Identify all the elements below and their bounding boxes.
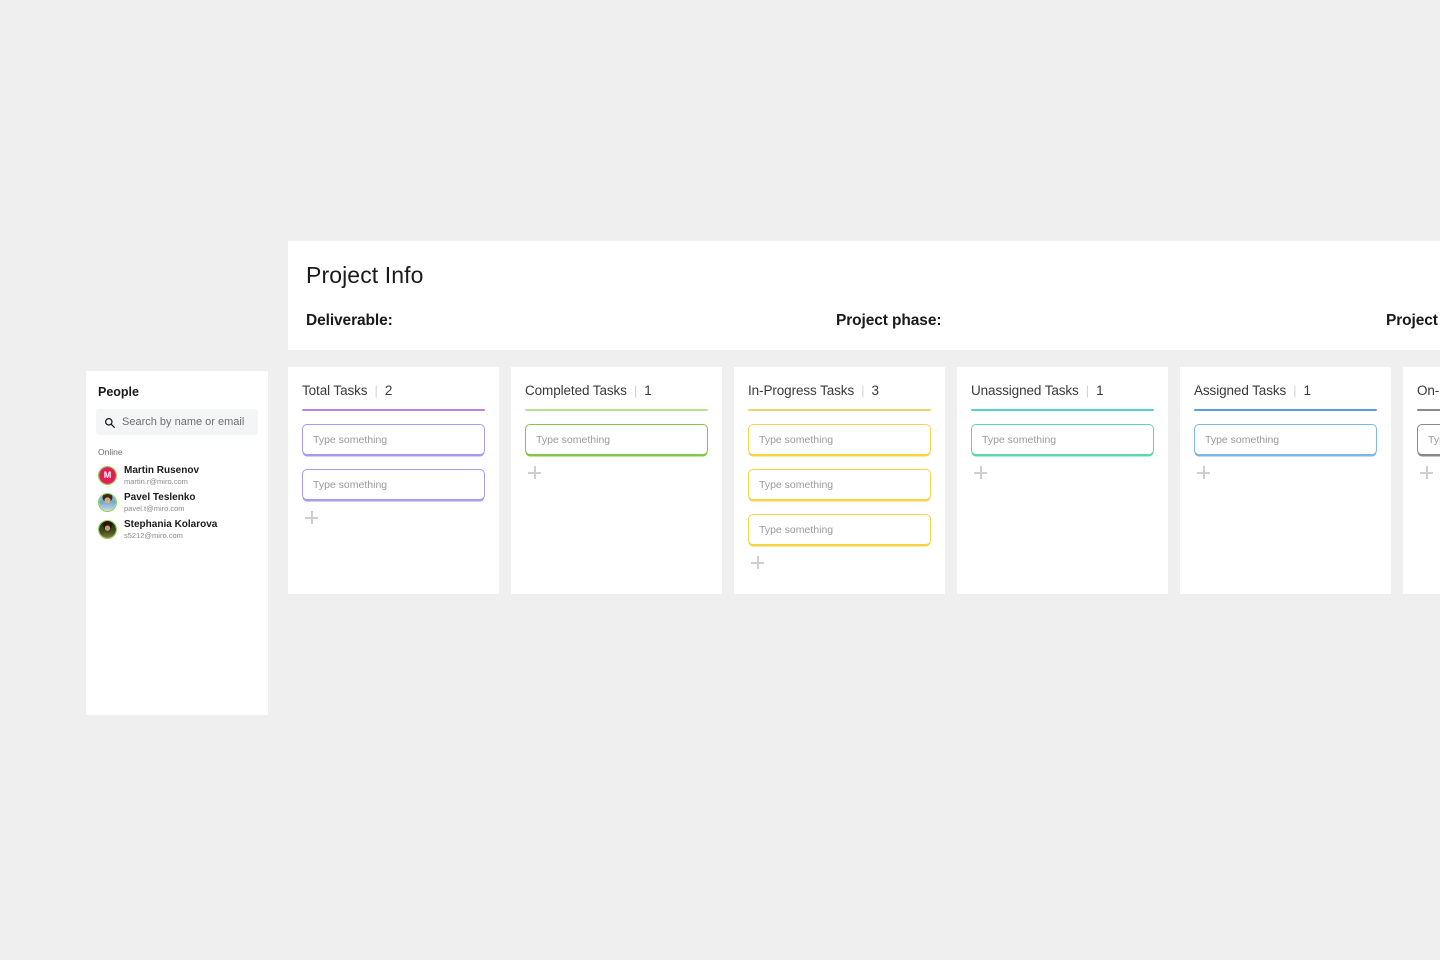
task-column-accent-bar <box>525 409 708 411</box>
avatar <box>98 520 117 540</box>
board-canvas: Project Info Deliverable: Project phase:… <box>0 0 1440 960</box>
task-columns: Total Tasks | 2 Type something Type somethin… <box>288 367 1440 594</box>
task-card-placeholder: Type something <box>759 523 834 536</box>
task-card-placeholder: Type something <box>759 478 834 491</box>
task-column-title: On-Hold Cance <box>1417 383 1440 398</box>
task-card-list: Type something Type something <box>302 424 485 500</box>
task-column: On-Hold Cance Type something <box>1403 367 1440 594</box>
info-field-project-status: Project s <box>1386 312 1440 329</box>
task-card[interactable]: Type something <box>971 424 1154 455</box>
task-column-count: 1 <box>1303 383 1312 398</box>
person-name: Pavel Teslenko <box>124 492 196 504</box>
project-info-fields: Deliverable: Project phase: Project s <box>288 312 1440 342</box>
add-task-icon[interactable] <box>751 556 764 569</box>
task-card[interactable]: Type something <box>302 469 485 500</box>
task-column-accent-bar <box>302 409 485 411</box>
avatar: M <box>98 466 117 486</box>
add-task-icon[interactable] <box>974 466 987 479</box>
task-column-header: Completed Tasks | 1 <box>525 383 708 398</box>
people-panel: People Online M Martin Rusenov martin.r@… <box>86 371 268 715</box>
task-column-separator: | <box>633 383 638 398</box>
task-card-list: Type something Type something Type somethi… <box>748 424 931 545</box>
task-column-accent-bar <box>748 409 931 411</box>
task-column-count: 1 <box>644 383 652 398</box>
person-name: Stephania Kolarova <box>124 519 218 531</box>
task-column-separator: | <box>1293 383 1297 398</box>
task-card[interactable]: Type something <box>748 469 931 500</box>
task-column-accent-bar <box>1194 409 1377 411</box>
task-column: In-Progress Tasks | 3 Type something Type so… <box>734 367 945 594</box>
add-task-icon[interactable] <box>528 466 541 479</box>
task-column-accent-bar <box>1417 409 1440 411</box>
add-task-icon[interactable] <box>305 511 318 524</box>
task-card-placeholder: Type something <box>536 433 611 446</box>
project-info-panel: Project Info Deliverable: Project phase:… <box>288 241 1440 350</box>
people-search-box[interactable] <box>96 409 258 435</box>
list-item[interactable]: M Martin Rusenov martin.r@miro.com <box>96 462 258 489</box>
task-column-title: Assigned Tasks <box>1194 383 1287 398</box>
people-section-online-label: Online <box>98 447 123 457</box>
task-card-list: Type something <box>1417 424 1440 455</box>
task-card[interactable]: Type something <box>748 514 931 545</box>
task-column-separator: | <box>861 383 865 398</box>
task-card-placeholder: Type something <box>1428 433 1440 446</box>
task-column: Total Tasks | 2 Type something Type somethin… <box>288 367 499 594</box>
task-card[interactable]: Type something <box>1417 424 1440 455</box>
task-column-header: Assigned Tasks | 1 <box>1194 383 1377 398</box>
task-card[interactable]: Type something <box>525 424 708 455</box>
task-card-list: Type something <box>1194 424 1377 455</box>
task-column-count: 3 <box>871 383 879 398</box>
task-card-list: Type something <box>525 424 708 455</box>
list-item[interactable]: Stephania Kolarova s5212@miro.com <box>96 516 258 543</box>
task-column-header: In-Progress Tasks | 3 <box>748 383 931 398</box>
task-card-placeholder: Type something <box>313 433 388 446</box>
task-column-title: Unassigned Tasks <box>971 383 1079 398</box>
add-task-icon[interactable] <box>1197 466 1210 479</box>
task-column-count: 1 <box>1096 383 1104 398</box>
task-column-separator: | <box>1085 383 1090 398</box>
task-column-header: Total Tasks | 2 <box>302 383 485 398</box>
task-card-placeholder: Type something <box>313 478 388 491</box>
task-column-title: Total Tasks <box>302 383 368 398</box>
task-card[interactable]: Type something <box>1194 424 1377 455</box>
task-column-title: Completed Tasks <box>525 383 627 398</box>
person-email: pavel.t@miro.com <box>124 503 185 513</box>
task-column-separator: | <box>374 383 378 398</box>
task-card[interactable]: Type something <box>748 424 931 455</box>
person-name: Martin Rusenov <box>124 465 200 476</box>
person-email: s5212@miro.com <box>124 530 183 540</box>
avatar <box>98 493 117 513</box>
task-card-list: Type something <box>971 424 1154 455</box>
people-panel-title: People <box>98 385 139 399</box>
page-title: Project Info <box>306 262 424 288</box>
search-icon <box>105 417 115 428</box>
search-input[interactable] <box>122 416 250 428</box>
task-card[interactable]: Type something <box>302 424 485 455</box>
task-column: Unassigned Tasks | 1 Type something <box>957 367 1168 594</box>
task-column: Completed Tasks | 1 Type something <box>511 367 722 594</box>
info-field-project-phase: Project phase: <box>836 312 942 329</box>
task-column-count: 2 <box>384 383 393 398</box>
person-email: martin.r@miro.com <box>124 476 188 486</box>
task-card-placeholder: Type something <box>982 433 1057 446</box>
task-column-accent-bar <box>971 409 1154 411</box>
task-card-placeholder: Type something <box>759 433 834 446</box>
add-task-icon[interactable] <box>1420 466 1433 479</box>
task-column: Assigned Tasks | 1 Type something <box>1180 367 1391 594</box>
task-column-header: On-Hold Cance <box>1417 383 1440 398</box>
info-field-deliverable: Deliverable: <box>306 312 393 329</box>
task-card-placeholder: Type something <box>1205 433 1280 446</box>
task-column-title: In-Progress Tasks <box>748 383 855 398</box>
avatar-initial: M <box>103 470 112 481</box>
task-column-header: Unassigned Tasks | 1 <box>971 383 1154 398</box>
list-item[interactable]: Pavel Teslenko pavel.t@miro.com <box>96 489 258 516</box>
